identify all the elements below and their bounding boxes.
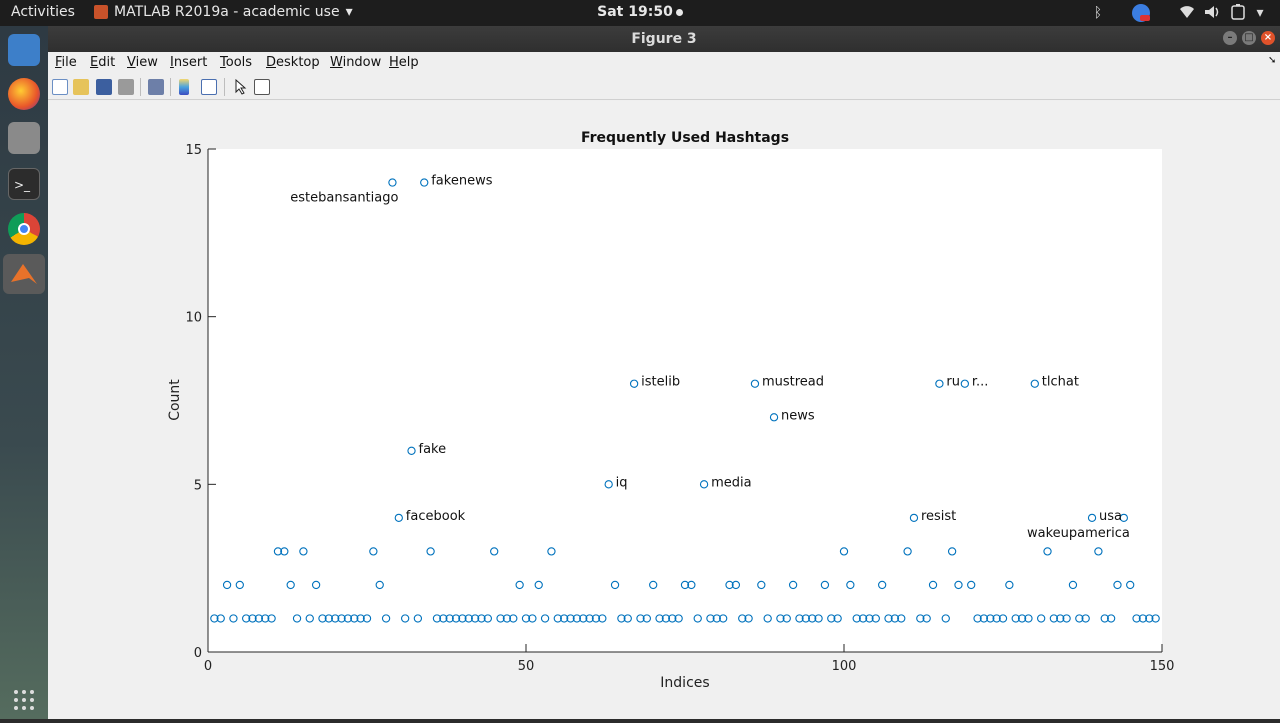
y-axis-label: Count xyxy=(167,379,183,421)
hashtag-label: news xyxy=(781,408,815,423)
menu-label: dit xyxy=(98,55,116,70)
x-axis-label: Indices xyxy=(660,675,709,691)
menu-file[interactable]: File xyxy=(55,55,77,70)
toolbar-separator xyxy=(140,78,141,96)
menu-mnemonic: E xyxy=(90,55,99,70)
colorbar-icon[interactable] xyxy=(179,79,189,95)
legend-icon[interactable] xyxy=(201,79,217,95)
figure-toolbar xyxy=(48,74,1280,100)
close-icon[interactable]: × xyxy=(1261,31,1275,45)
hashtag-label: resist xyxy=(921,509,956,524)
minimize-icon[interactable]: – xyxy=(1223,31,1237,45)
window-title: Figure 3 xyxy=(631,31,697,47)
scatter-plot[interactable]: 0 50 100 150051015 fakenewsestebansantiagoi… xyxy=(48,101,1280,719)
hashtag-label: facebook xyxy=(406,509,466,524)
y-tick-label: 5 xyxy=(194,478,202,493)
x-tick-label: 100 xyxy=(832,659,857,674)
hashtag-label: ru xyxy=(946,375,960,390)
menu-label: indow xyxy=(342,55,382,70)
dock-figure-icon[interactable]: ➘ xyxy=(1268,55,1276,66)
axes-background xyxy=(208,149,1162,652)
hashtag-label: iq xyxy=(616,475,628,490)
y-tick-label: 10 xyxy=(185,311,202,326)
files-icon[interactable] xyxy=(8,122,40,154)
menu-window[interactable]: Window xyxy=(330,55,381,70)
save-icon[interactable] xyxy=(96,79,112,95)
pointer-icon[interactable] xyxy=(233,78,249,95)
clock-label: Sat 19:50 xyxy=(597,4,673,20)
print-icon[interactable] xyxy=(118,79,134,95)
menu-tools[interactable]: Tools xyxy=(220,55,252,70)
hashtag-label: r... xyxy=(972,375,989,390)
y-tick-label: 0 xyxy=(194,646,202,661)
x-tick-label: 50 xyxy=(518,659,535,674)
link-plot-icon[interactable] xyxy=(148,79,164,95)
menu-mnemonic: H xyxy=(389,55,399,70)
hashtag-label: tlchat xyxy=(1042,375,1079,390)
hashtag-label: usa xyxy=(1099,509,1122,524)
matlab-icon[interactable] xyxy=(3,254,45,294)
property-editor-icon[interactable] xyxy=(254,79,270,95)
menu-label: esktop xyxy=(276,55,320,70)
svg-text:>_: >_ xyxy=(14,178,31,192)
menu-edit[interactable]: Edit xyxy=(90,55,115,70)
x-tick-label: 150 xyxy=(1150,659,1175,674)
dock: >_ xyxy=(0,26,48,719)
menu-insert[interactable]: Insert xyxy=(170,55,207,70)
chrome-icon[interactable] xyxy=(8,213,40,245)
hashtag-label: media xyxy=(711,475,752,490)
maximize-icon[interactable]: □ xyxy=(1242,31,1256,45)
menu-help[interactable]: Help xyxy=(389,55,419,70)
hashtag-label: mustread xyxy=(762,375,824,390)
toolbar-separator xyxy=(170,78,171,96)
hashtag-label: estebansantiago xyxy=(290,191,398,206)
menu-label: ile xyxy=(61,55,77,70)
new-figure-icon[interactable] xyxy=(52,79,68,95)
menu-label: elp xyxy=(398,55,419,70)
menu-desktop[interactable]: Desktop xyxy=(266,55,320,70)
hashtag-label: istelib xyxy=(641,375,680,390)
open-icon[interactable] xyxy=(73,79,89,95)
power-menu-icon[interactable]: ▾ xyxy=(1250,3,1270,23)
menu-label: nsert xyxy=(173,55,208,70)
terminal-icon[interactable]: >_ xyxy=(8,168,40,200)
hashtag-label: wakeupamerica xyxy=(1027,526,1130,541)
window-titlebar[interactable]: Figure 3 – □ × xyxy=(48,26,1280,52)
chart-title: Frequently Used Hashtags xyxy=(581,130,789,146)
hashtag-label: fakenews xyxy=(431,174,492,189)
system-top-bar: Activities MATLAB R2019a - academic use … xyxy=(0,0,1280,26)
battery-icon[interactable] xyxy=(1228,3,1248,23)
toolbar-separator xyxy=(224,78,225,96)
menu-bar: File Edit View Insert Tools Desktop Wind… xyxy=(48,52,1280,74)
menu-label: ools xyxy=(225,55,253,70)
volume-icon[interactable] xyxy=(1202,3,1222,23)
x-tick-label: 0 xyxy=(204,659,212,674)
menu-mnemonic: V xyxy=(127,55,136,70)
menu-mnemonic: D xyxy=(266,55,277,70)
figure-window: Figure 3 – □ × File Edit View Insert Too… xyxy=(48,26,1280,719)
figure-canvas: 0 50 100 150 0 5 10 15 fakenews estebansantiago i… xyxy=(48,101,1280,719)
hashtag-label: fake xyxy=(419,442,447,457)
menu-view[interactable]: View xyxy=(127,55,158,70)
notification-dot-icon xyxy=(675,8,683,16)
menu-mnemonic: W xyxy=(330,55,343,70)
y-tick-label: 15 xyxy=(185,143,202,158)
firefox-icon[interactable] xyxy=(8,78,40,110)
chrome-badge-icon[interactable] xyxy=(1131,3,1151,23)
app-grid-icon[interactable] xyxy=(8,684,40,716)
thunderbird-icon[interactable] xyxy=(8,34,40,66)
wifi-icon[interactable] xyxy=(1177,3,1197,23)
menu-label: iew xyxy=(135,55,158,70)
bluetooth-icon[interactable]: ᛒ xyxy=(1088,3,1108,23)
